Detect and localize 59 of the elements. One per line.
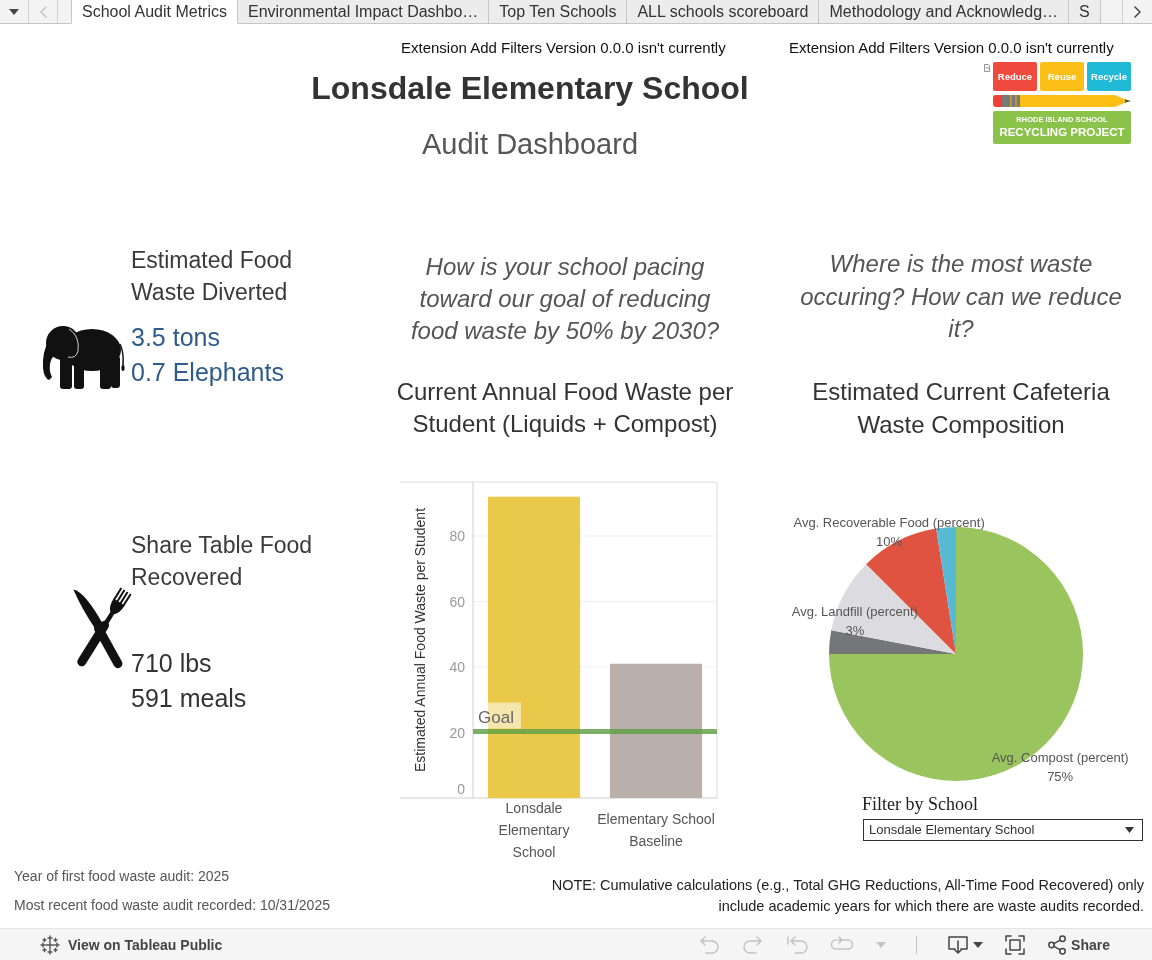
broken-image-icon [984,64,990,72]
metric-value: 0.7 Elephants [131,357,284,388]
axis-tick-label: 40 [449,659,465,675]
share-icon [1047,934,1068,955]
logo-tile: Reuse [1040,62,1084,91]
undo-icon [698,934,721,955]
sheet-tab[interactable]: Methodology and Acknowledg… [819,0,1070,24]
caret-icon [1125,826,1134,833]
question-text: How is your school pacing toward our goal of reducing food waste by 50% by 2030? [409,252,721,346]
note-text: NOTE: Cumulative calculations (e.g., Total GHG Reductions, All-Time Food Recovered) only include academic years for which there are waste audits recorded. [550,876,1144,916]
slice-value: 75% [1047,768,1074,784]
filter-label: Filter by School [862,793,978,815]
school-dropdown[interactable]: Lonsdale Elementary School [863,818,1143,841]
category-label: Lonsdale Elementary School [497,799,571,862]
audit-info-text: Year of first food waste audit: 2025 [14,867,230,886]
logo-tile: Recycle [1087,62,1131,91]
y-axis-title: Estimated Annual Food Waste per Student [411,507,428,773]
metric-value: 710 lbs [131,648,212,679]
chart-title: Current Annual Food Waste per Student (Liquids + Compost) [395,377,735,439]
download-icon [947,934,970,955]
slice-value: 3% [845,622,865,638]
sheet-tab[interactable]: S [1069,0,1101,24]
metric-value: 3.5 tons [131,322,220,353]
fullscreen-icon [1005,934,1026,955]
question-text: Where is the most waste occuring? How can we reduce it? [799,249,1123,344]
audit-info-text: Most recent food waste audit recorded: 10/31/2025 [14,896,330,915]
extension-message: Extension Add Filters Version 0.0.0 isn't currently [401,40,726,56]
slice-label: Avg. Recoverable Food (percent) [793,514,985,530]
extension-message: Extension Add Filters Version 0.0.0 isn't currently [789,40,1114,56]
plus-cluster-icon [40,934,60,955]
metric-value: 591 meals [131,683,247,714]
pencil-icon [993,95,1131,107]
share-button[interactable]: Share [1045,932,1112,957]
dashboard-title: Lonsdale Elementary School [311,69,749,107]
chevron-right-icon [1131,3,1144,20]
axis-tick-label: 20 [449,724,465,741]
sheet-tab[interactable]: School Audit Metrics [71,0,238,24]
sheet-tab[interactable]: Environmental Impact Dashbo… [237,0,490,24]
axis-tick-label: 60 [449,593,465,610]
caret-icon [973,941,984,948]
dashboard-subtitle: Audit Dashboard [422,127,638,161]
category-label: Elementary School Baseline [596,810,716,851]
sheet-tab[interactable]: ALL schools scoreboard [627,0,820,24]
chart-title: Estimated Current Cafeteria Waste Composition [811,376,1111,440]
axis-tick-label: 0 [457,781,465,797]
sheet-tab[interactable]: Top Ten Schools [489,0,628,24]
axis-tick-label: 80 [449,528,465,545]
logo-tile: Reduce [993,62,1037,91]
slice-label: Avg. Landfill (percent) [791,603,918,619]
banner-text: RECYCLING PROJECT [999,125,1125,140]
slice-value: 10% [876,533,903,549]
fullscreen-button[interactable] [1003,932,1028,957]
revert-icon [786,934,809,955]
caret-icon [9,8,19,15]
metric-title: Share Table Food Recovered [131,531,314,592]
view-on-tableau-link[interactable]: View on Tableau Public [40,934,223,955]
redo-icon [742,934,765,955]
caret-icon [876,941,887,948]
metric-title: Estimated Food Waste Diverted [131,246,294,307]
